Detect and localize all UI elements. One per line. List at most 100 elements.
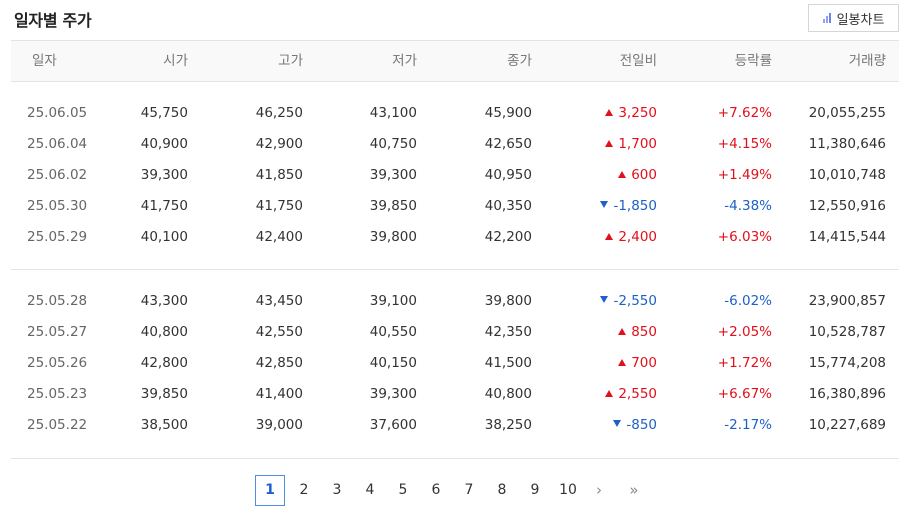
bar-chart-icon	[822, 13, 831, 23]
next-page-icon[interactable]: ›	[584, 475, 614, 506]
triangle-up-icon	[618, 328, 627, 335]
triangle-up-icon	[618, 359, 627, 366]
table-row: 25.05.27 40,800 42,550 40,550 42,350 850 +2.05…	[11, 317, 899, 348]
date-cell: 25.06.04	[27, 136, 88, 152]
page-link-2[interactable]: 2	[289, 475, 319, 506]
page-link-6[interactable]: 6	[421, 475, 451, 506]
date-cell: 25.05.26	[27, 355, 88, 371]
page-link-10[interactable]: 10	[553, 475, 583, 506]
change-value: 700	[631, 355, 657, 371]
rate-cell: +6.67%	[717, 386, 772, 402]
close-cell: 41,500	[484, 355, 532, 371]
low-cell: 40,150	[369, 355, 417, 371]
high-cell: 41,850	[255, 167, 303, 183]
change-cell: -2,550	[600, 286, 657, 317]
col-open-header: 시가	[163, 53, 188, 69]
low-cell: 43,100	[369, 105, 417, 121]
page-link-1[interactable]: 1	[255, 475, 285, 506]
triangle-up-icon	[605, 109, 614, 116]
change-value: -850	[626, 417, 657, 433]
col-low-header: 저가	[392, 53, 417, 69]
triangle-down-icon	[600, 296, 609, 303]
volume-cell: 10,227,689	[808, 417, 886, 433]
date-cell: 25.06.05	[27, 105, 88, 121]
volume-cell: 10,010,748	[808, 167, 886, 183]
change-cell: 600	[618, 160, 657, 191]
volume-cell: 12,550,916	[808, 198, 886, 214]
close-cell: 42,350	[484, 324, 532, 340]
change-cell: 1,700	[605, 129, 657, 160]
change-cell: -850	[613, 410, 657, 441]
rate-cell: +1.72%	[717, 355, 772, 371]
change-cell: 2,400	[605, 222, 657, 253]
table-row: 25.06.04 40,900 42,900 40,750 42,650 1,700 +4.…	[11, 129, 899, 160]
change-cell: 700	[618, 348, 657, 379]
col-rate-header: 등락률	[734, 53, 772, 69]
triangle-up-icon	[605, 140, 614, 147]
page-link-4[interactable]: 4	[355, 475, 385, 506]
table-row: 25.05.28 43,300 43,450 39,100 39,800 -2,550 -6…	[11, 286, 899, 317]
change-cell: 3,250	[605, 98, 657, 129]
pagination: 1 2 3 4 5 6 7 8 9 10 ›»	[0, 475, 912, 507]
open-cell: 38,500	[140, 417, 188, 433]
close-cell: 45,900	[484, 105, 532, 121]
page-title: 일자별 주가	[14, 11, 92, 30]
table-body-group-1: 25.06.05 45,750 46,250 43,100 45,900 3,250 +7.…	[11, 82, 899, 269]
daily-chart-button[interactable]: 일봉차트	[808, 4, 899, 32]
rate-cell: -2.17%	[724, 417, 772, 433]
date-cell: 25.05.22	[27, 417, 88, 433]
close-cell: 38,250	[484, 417, 532, 433]
high-cell: 46,250	[255, 105, 303, 121]
page-link-8[interactable]: 8	[487, 475, 517, 506]
low-cell: 39,300	[369, 386, 417, 402]
col-high-header: 고가	[278, 53, 303, 69]
close-cell: 39,800	[484, 293, 532, 309]
open-cell: 40,100	[140, 229, 188, 245]
change-value: 2,550	[618, 386, 657, 402]
change-value: 850	[631, 324, 657, 340]
page-link-3[interactable]: 3	[322, 475, 352, 506]
volume-cell: 16,380,896	[808, 386, 886, 402]
high-cell: 42,550	[255, 324, 303, 340]
rate-cell: -4.38%	[724, 198, 772, 214]
low-cell: 37,600	[369, 417, 417, 433]
close-cell: 40,800	[484, 386, 532, 402]
table-row: 25.05.30 41,750 41,750 39,850 40,350 -1,850 -4…	[11, 191, 899, 222]
triangle-up-icon	[605, 390, 614, 397]
col-close-header: 종가	[507, 53, 532, 69]
table-body-group-2: 25.05.28 43,300 43,450 39,100 39,800 -2,550 -6…	[11, 270, 899, 458]
change-value: 600	[631, 167, 657, 183]
last-page-icon[interactable]: »	[619, 475, 649, 506]
page-link-7[interactable]: 7	[454, 475, 484, 506]
daily-chart-label: 일봉차트	[836, 12, 885, 28]
table-row: 25.05.22 38,500 39,000 37,600 38,250 -850 -2.1…	[11, 410, 899, 441]
table-row: 25.05.26 42,800 42,850 40,150 41,500 700 +1.72…	[11, 348, 899, 379]
change-value: 3,250	[618, 105, 657, 121]
high-cell: 42,900	[255, 136, 303, 152]
col-date-header: 일자	[32, 53, 57, 69]
triangle-down-icon	[613, 420, 622, 427]
open-cell: 39,300	[140, 167, 188, 183]
close-cell: 40,950	[484, 167, 532, 183]
table-row: 25.05.29 40,100 42,400 39,800 42,200 2,400 +6.…	[11, 222, 899, 253]
close-cell: 42,200	[484, 229, 532, 245]
date-cell: 25.05.27	[27, 324, 88, 340]
rate-cell: +7.62%	[717, 105, 772, 121]
page-link-5[interactable]: 5	[388, 475, 418, 506]
rate-cell: +1.49%	[717, 167, 772, 183]
change-value: -1,850	[613, 198, 657, 214]
volume-cell: 15,774,208	[808, 355, 886, 371]
open-cell: 45,750	[140, 105, 188, 121]
low-cell: 39,300	[369, 167, 417, 183]
low-cell: 40,550	[369, 324, 417, 340]
rate-cell: -6.02%	[724, 293, 772, 309]
high-cell: 41,400	[255, 386, 303, 402]
date-cell: 25.06.02	[27, 167, 88, 183]
volume-cell: 23,900,857	[808, 293, 886, 309]
date-cell: 25.05.28	[27, 293, 88, 309]
page-link-9[interactable]: 9	[520, 475, 550, 506]
change-cell: 2,550	[605, 379, 657, 410]
rate-cell: +2.05%	[717, 324, 772, 340]
change-value: -2,550	[613, 293, 657, 309]
high-cell: 42,850	[255, 355, 303, 371]
